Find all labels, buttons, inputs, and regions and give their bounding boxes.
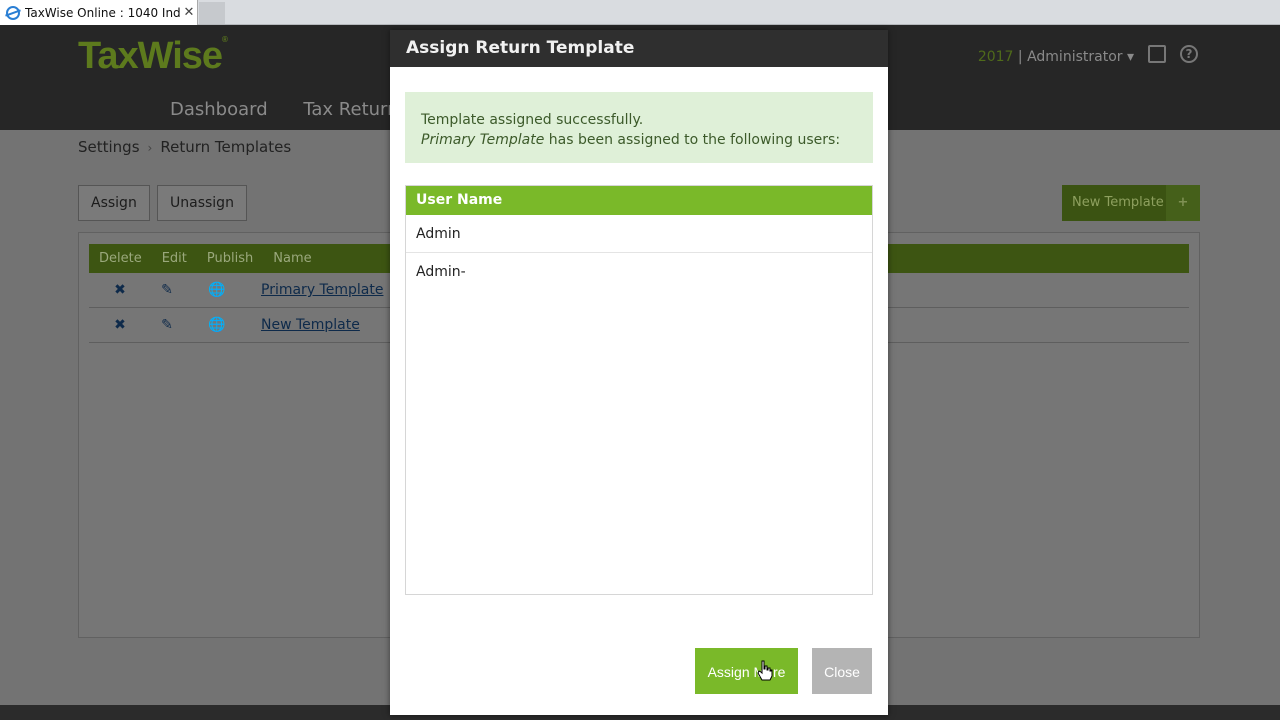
unassign-button[interactable]: Unassign — [157, 185, 247, 221]
close-tab-icon[interactable]: ✕ — [181, 5, 197, 20]
browser-tab-title: TaxWise Online : 1040 Indivi... — [25, 5, 181, 20]
new-template-label: New Template — [1072, 195, 1164, 210]
new-tab-button[interactable] — [199, 2, 225, 24]
col-name: Name — [273, 251, 312, 266]
breadcrumb: Settings › Return Templates — [78, 138, 291, 156]
user-menu[interactable]: 2017 | Administrator ▾ — [978, 49, 1134, 65]
template-name-link[interactable]: New Template — [261, 317, 360, 333]
breadcrumb-separator: › — [147, 141, 153, 155]
close-button[interactable]: Close — [812, 648, 872, 694]
assigned-users-list: User Name Admin Admin- — [405, 185, 873, 595]
modal-title: Assign Return Template — [390, 30, 888, 67]
alert-suffix: has been assigned to the following users… — [544, 132, 841, 148]
header-icons: ? — [1148, 45, 1198, 63]
col-publish: Publish — [206, 251, 254, 266]
breadcrumb-current: Return Templates — [160, 138, 292, 156]
col-delete: Delete — [99, 251, 142, 266]
list-item: Admin — [406, 215, 872, 253]
browser-logo-icon — [6, 5, 20, 20]
edit-icon[interactable]: ✎ — [151, 317, 183, 333]
alert-template-name: Primary Template — [421, 132, 545, 148]
user-label: | Administrator — [1017, 49, 1123, 65]
browser-tab-strip: TaxWise Online : 1040 Indivi... ✕ — [0, 0, 1280, 25]
browser-tab[interactable]: TaxWise Online : 1040 Indivi... ✕ — [0, 0, 198, 25]
assign-template-modal: Assign Return Template Template assigned… — [390, 30, 888, 715]
nav-dashboard[interactable]: Dashboard — [170, 99, 268, 120]
success-alert: Template assigned successfully. Primary … — [405, 92, 873, 163]
alert-message: Template assigned successfully. — [421, 112, 644, 128]
list-header: User Name — [406, 186, 872, 215]
taxwise-logo[interactable]: TaxWise® — [78, 35, 228, 78]
delete-icon[interactable]: ✖ — [89, 282, 151, 298]
chevron-down-icon: ▾ — [1126, 49, 1134, 65]
globe-icon[interactable]: 🌐 — [183, 317, 251, 333]
edit-icon[interactable]: ✎ — [151, 282, 183, 298]
breadcrumb-settings[interactable]: Settings — [78, 138, 140, 156]
delete-icon[interactable]: ✖ — [89, 317, 151, 333]
help-icon[interactable]: ? — [1180, 45, 1198, 63]
alert-detail: Primary Template has been assigned to th… — [421, 130, 857, 150]
template-name-link[interactable]: Primary Template — [261, 282, 383, 298]
globe-icon[interactable]: 🌐 — [183, 282, 251, 298]
assign-more-button[interactable]: Assign More — [695, 648, 798, 694]
assign-button[interactable]: Assign — [78, 185, 150, 221]
list-item: Admin- — [416, 264, 466, 280]
tax-year: 2017 — [977, 49, 1014, 65]
col-edit: Edit — [161, 251, 187, 266]
book-icon[interactable] — [1148, 45, 1166, 63]
new-template-button[interactable]: New Template + — [1062, 185, 1200, 221]
plus-icon: + — [1166, 185, 1200, 221]
